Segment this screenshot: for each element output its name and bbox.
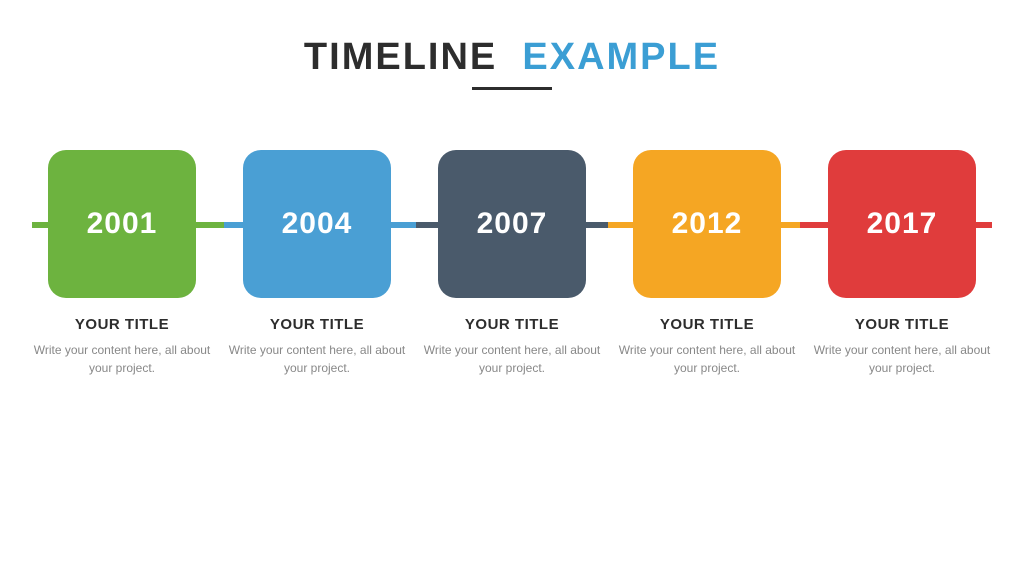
timeline-box-2012: 2012 [633, 150, 781, 298]
title-part2: EXAMPLE [522, 36, 720, 78]
year-2017: 2017 [867, 207, 938, 241]
desc-2012: Write your content here, all about your … [617, 341, 797, 377]
timeline-item-4: 2012 YOUR TITLE Write your content here,… [617, 150, 797, 377]
year-2007: 2007 [477, 207, 548, 241]
timeline-box-2001: 2001 [48, 150, 196, 298]
desc-2001: Write your content here, all about your … [32, 341, 212, 377]
year-2001: 2001 [87, 207, 158, 241]
title-2001: YOUR TITLE [75, 316, 169, 333]
desc-2007: Write your content here, all about your … [422, 341, 602, 377]
year-2012: 2012 [672, 207, 743, 241]
timeline-item-5: 2017 YOUR TITLE Write your content here,… [812, 150, 992, 377]
timeline-box-2007: 2007 [438, 150, 586, 298]
title-2007: YOUR TITLE [465, 316, 559, 333]
timeline-box-2017: 2017 [828, 150, 976, 298]
timeline-box-2004: 2004 [243, 150, 391, 298]
desc-2004: Write your content here, all about your … [227, 341, 407, 377]
page-title: TIMELINE EXAMPLE [304, 36, 720, 79]
year-2004: 2004 [282, 207, 353, 241]
timeline-item-1: 2001 YOUR TITLE Write your content here,… [32, 150, 212, 377]
title-underline [472, 87, 552, 90]
timeline-item-2: 2004 YOUR TITLE Write your content here,… [227, 150, 407, 377]
timeline-item-3: 2007 YOUR TITLE Write your content here,… [422, 150, 602, 377]
title-2004: YOUR TITLE [270, 316, 364, 333]
timeline-items: 2001 YOUR TITLE Write your content here,… [32, 150, 992, 377]
title-part1: TIMELINE [304, 36, 497, 78]
title-2017: YOUR TITLE [855, 316, 949, 333]
timeline-container: 2001 YOUR TITLE Write your content here,… [32, 150, 992, 377]
page-header: TIMELINE EXAMPLE [304, 36, 720, 90]
title-2012: YOUR TITLE [660, 316, 754, 333]
desc-2017: Write your content here, all about your … [812, 341, 992, 377]
